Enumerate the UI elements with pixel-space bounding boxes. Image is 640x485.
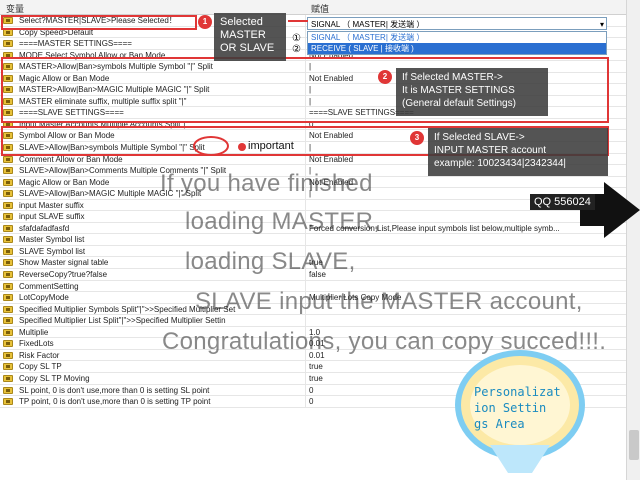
parameter-icon bbox=[3, 317, 13, 325]
option-signal[interactable]: SIGNAL （ MASTER| 发送端 ） bbox=[308, 32, 606, 43]
parameter-icon bbox=[3, 190, 13, 198]
column-divider bbox=[305, 38, 306, 49]
note-3-line1: If Selected SLAVE-> bbox=[434, 132, 525, 143]
note-3-badge: 3 bbox=[410, 131, 424, 145]
parameter-icon bbox=[3, 386, 13, 394]
column-header-value: 赋值 bbox=[311, 4, 330, 14]
parameter-name: Master Symbol list bbox=[19, 235, 85, 245]
column-divider bbox=[305, 361, 306, 372]
parameter-icon bbox=[3, 398, 13, 406]
important-label: important bbox=[248, 140, 294, 152]
parameter-name: TP point, 0 is don't use,more than 0 is … bbox=[19, 397, 211, 407]
arrow-right-icon bbox=[288, 20, 308, 22]
column-divider bbox=[305, 384, 306, 396]
column-divider bbox=[305, 372, 306, 384]
table-header: 变量 赋值 bbox=[0, 0, 626, 15]
note-2-line3: (General default Settings) bbox=[402, 98, 516, 109]
scrollbar-thumb[interactable] bbox=[629, 430, 639, 460]
vertical-scrollbar[interactable] bbox=[626, 0, 640, 480]
qq-contact: QQ 556024 bbox=[530, 194, 595, 210]
parameter-icon bbox=[3, 328, 13, 336]
column-header-variable: 变量 bbox=[6, 4, 25, 14]
table-row[interactable]: Specified Multiplier List Split"|">>Spec… bbox=[0, 315, 626, 327]
parameter-icon bbox=[3, 271, 13, 279]
parameter-icon bbox=[3, 259, 13, 267]
highlight-split-word bbox=[193, 136, 229, 156]
chevron-down-icon[interactable]: ▾ bbox=[600, 18, 604, 31]
note-3-line2: INPUT MASTER account bbox=[434, 145, 547, 156]
parameter-icon bbox=[3, 351, 13, 359]
circled-1: ① bbox=[292, 33, 301, 44]
parameter-icon bbox=[3, 294, 13, 302]
column-divider bbox=[305, 396, 306, 407]
parameter-name: SL point, 0 is don't use,more than 0 is … bbox=[19, 385, 210, 395]
note-1-text2: MASTER bbox=[220, 29, 266, 41]
parameter-icon bbox=[3, 374, 13, 382]
column-divider bbox=[305, 315, 306, 326]
note-1-text3: OR SLAVE bbox=[220, 42, 275, 54]
overlay-line-2: loading MASTER, bbox=[185, 208, 381, 235]
parameter-icon bbox=[3, 247, 13, 255]
highlight-select-row bbox=[1, 15, 197, 30]
parameter-icon bbox=[3, 213, 13, 221]
note-2-line1: If Selected MASTER-> bbox=[402, 72, 503, 83]
balloon-line-2: ion Settin bbox=[474, 401, 547, 415]
mode-select-dropdown[interactable]: SIGNAL （ MASTER| 发送端 ） ▾ bbox=[307, 17, 607, 30]
note-1-badge: 1 bbox=[198, 15, 212, 29]
parameter-icon bbox=[3, 236, 13, 244]
parameter-name: Copy SL TP Moving bbox=[19, 373, 90, 383]
mode-select-value: SIGNAL （ MASTER| 发送端 ） bbox=[311, 20, 425, 29]
parameter-icon bbox=[3, 155, 13, 163]
note-2-badge: 2 bbox=[378, 70, 392, 84]
note-3-tooltip: If Selected SLAVE-> INPUT MASTER account… bbox=[428, 128, 608, 176]
parameter-name: Copy SL TP bbox=[19, 362, 62, 372]
parameter-icon bbox=[3, 282, 13, 290]
option-receive[interactable]: RECEIVE ( SLAVE | 接收端 ) bbox=[308, 43, 606, 54]
note-3-line3: example: 10023434|2342344| bbox=[434, 158, 566, 169]
parameter-icon bbox=[3, 40, 13, 48]
note-2-line2: It is MASTER SETTINGS bbox=[402, 85, 515, 96]
table-row[interactable]: Master Symbol list bbox=[0, 234, 626, 246]
overlay-line-1: If you have finished bbox=[160, 170, 373, 197]
parameter-icon bbox=[3, 178, 13, 186]
circled-2: ② bbox=[292, 44, 301, 55]
parameter-icon bbox=[3, 167, 13, 175]
balloon-icon: Personalizat ion Settin gs Area bbox=[450, 345, 590, 480]
parameter-icon bbox=[3, 201, 13, 209]
overlay-line-4: SLAVE input the MASTER account, bbox=[195, 288, 583, 315]
important-dot bbox=[238, 143, 246, 151]
balloon-line-1: Personalizat bbox=[474, 385, 561, 399]
parameter-icon bbox=[3, 305, 13, 313]
note-1-text1: Selected bbox=[220, 16, 263, 28]
column-divider bbox=[305, 26, 306, 38]
parameter-name: Specified Multiplier List Split"|">>Spec… bbox=[19, 316, 226, 326]
arrow-right-icon bbox=[604, 182, 640, 238]
overlay-line-3: loading SLAVE, bbox=[185, 248, 356, 275]
note-2-tooltip: If Selected MASTER-> It is MASTER SETTIN… bbox=[396, 68, 548, 116]
parameter-icon bbox=[3, 340, 13, 348]
note-1-tooltip: Selected MASTER OR SLAVE bbox=[214, 13, 286, 61]
balloon-line-3: gs Area bbox=[474, 417, 525, 431]
mode-dropdown-list[interactable]: SIGNAL （ MASTER| 发送端 ） RECEIVE ( SLAVE |… bbox=[307, 31, 607, 55]
parameter-icon bbox=[3, 224, 13, 232]
parameter-icon bbox=[3, 363, 13, 371]
